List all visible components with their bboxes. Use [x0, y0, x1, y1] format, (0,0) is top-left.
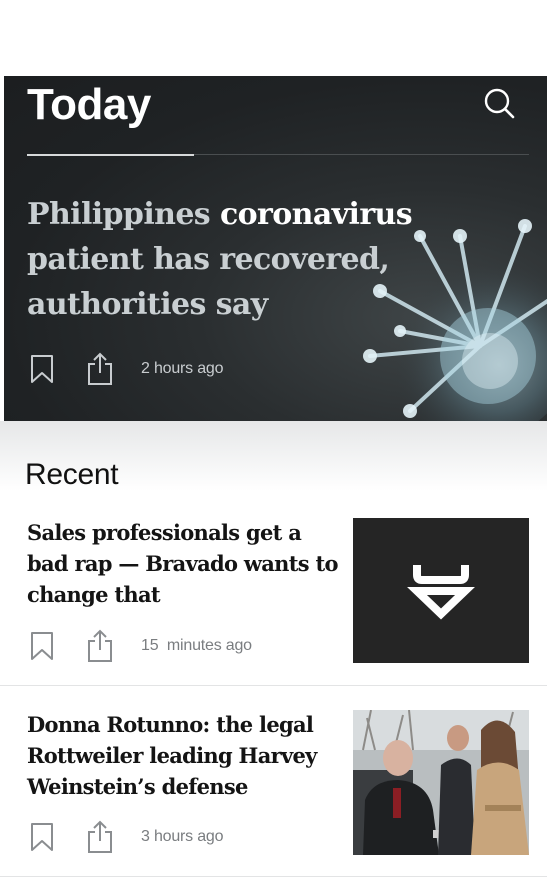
share-icon	[88, 629, 112, 662]
courtroom-photo-icon	[353, 710, 529, 855]
share-button[interactable]	[85, 628, 115, 664]
share-icon	[88, 352, 112, 385]
article-headline[interactable]: Donna Rotunno: the legal Rottweiler lead…	[27, 709, 342, 802]
status-area	[0, 0, 547, 76]
section-title-recent: Recent	[25, 458, 119, 491]
bookmark-button[interactable]	[27, 351, 57, 387]
article-divider	[0, 876, 547, 877]
search-icon	[484, 88, 515, 119]
article-divider	[0, 685, 547, 686]
article-headline[interactable]: Sales professionals get a bad rap — Brav…	[27, 517, 342, 610]
article-thumbnail[interactable]	[353, 710, 529, 855]
article-timestamp: 15 minutes ago	[141, 637, 252, 654]
share-button[interactable]	[85, 351, 115, 387]
article-actions: 15 minutes ago	[27, 628, 252, 664]
hero-section: Today Philippines coronavirus patient ha…	[0, 76, 547, 421]
bookmark-button[interactable]	[27, 628, 57, 664]
bookmark-icon	[31, 355, 53, 383]
article-thumbnail[interactable]	[353, 518, 529, 663]
bookmark-button[interactable]	[27, 819, 57, 855]
bookmark-icon	[31, 632, 53, 660]
hero-timestamp: 2 hours ago	[141, 360, 224, 377]
hero-edge	[0, 76, 4, 421]
article-timestamp: 3 hours ago	[141, 828, 224, 845]
tab-indicator	[27, 154, 194, 156]
bravado-logo-icon	[407, 565, 475, 620]
bookmark-icon	[31, 823, 53, 851]
article-actions: 3 hours ago	[27, 819, 224, 855]
share-icon	[88, 820, 112, 853]
hero-headline[interactable]: Philippines coronavirus patient has reco…	[27, 192, 447, 327]
page-title: Today	[27, 80, 151, 129]
hero-actions: 2 hours ago	[27, 351, 224, 387]
search-button[interactable]	[482, 86, 516, 120]
share-button[interactable]	[85, 819, 115, 855]
